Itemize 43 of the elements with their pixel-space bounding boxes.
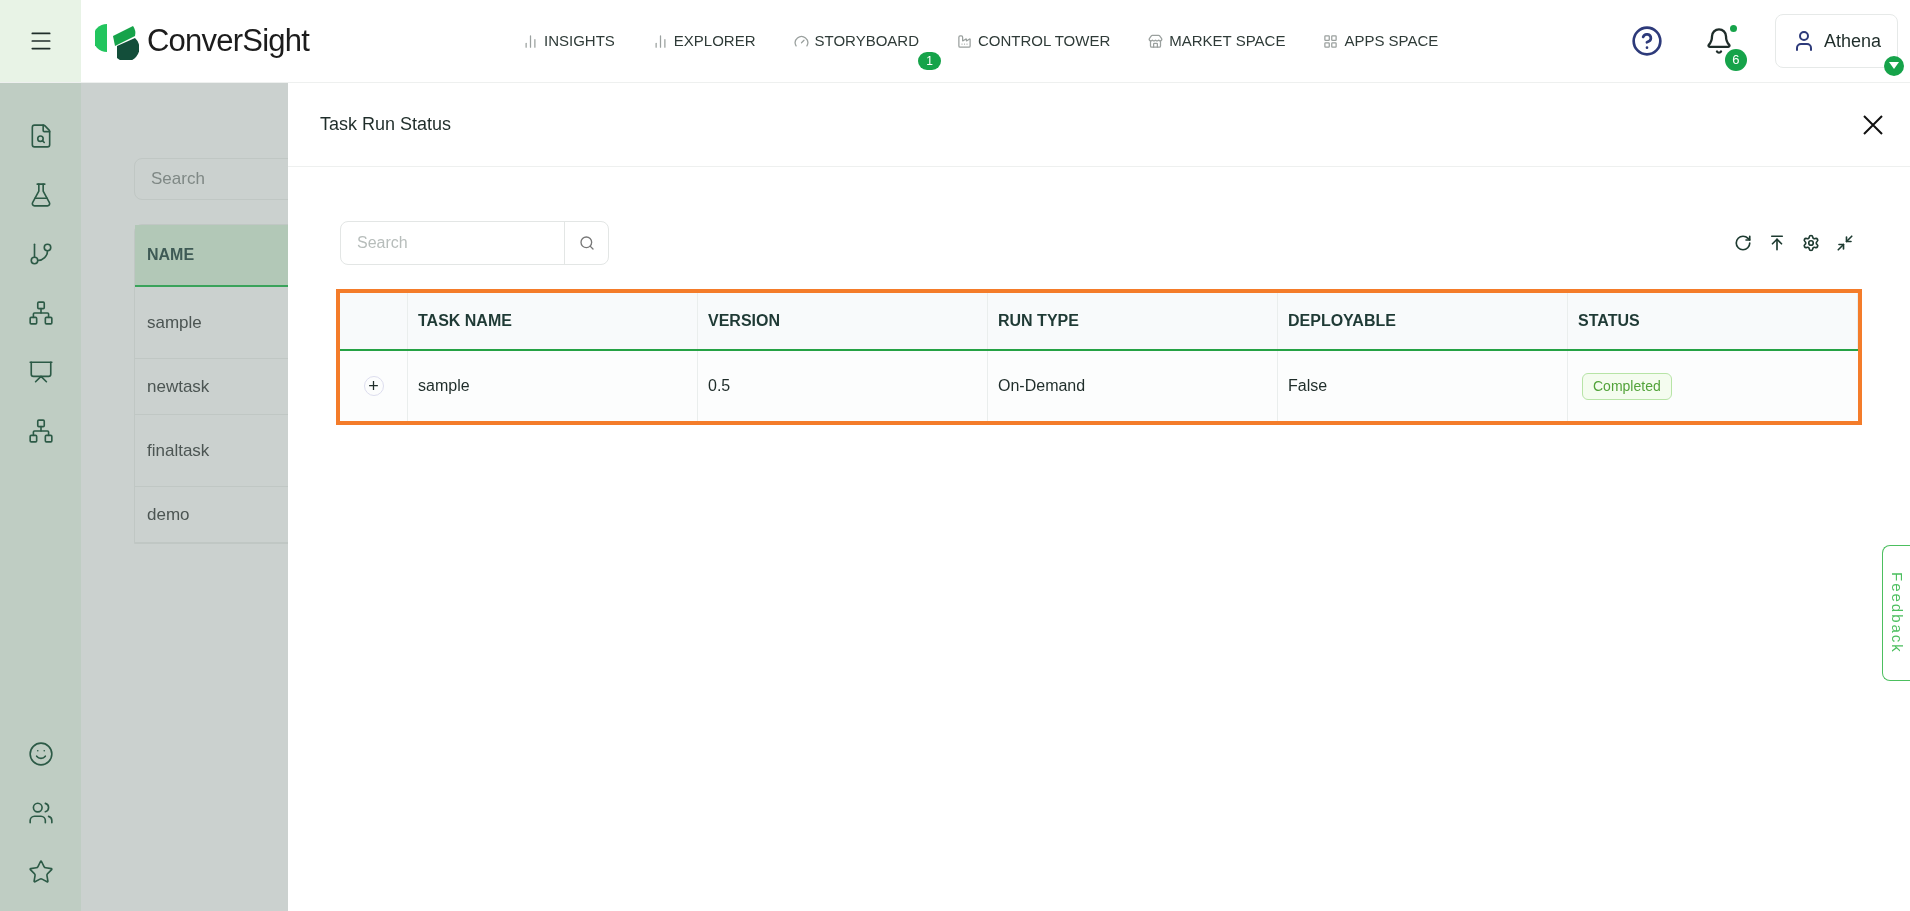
bar-chart-icon [523,33,538,49]
hierarchy-icon[interactable] [27,418,54,444]
hierarchy-icon[interactable] [27,300,54,326]
nav-link[interactable]: CONTROL TOWER [957,29,1111,53]
bell-icon[interactable] [1704,27,1733,55]
logo-icon [95,22,139,60]
nav-link[interactable]: EXPLORER [652,29,756,53]
status-badge: Completed [1582,372,1672,400]
column-header: VERSION [698,293,988,349]
help-icon[interactable] [1630,25,1663,57]
gauge-icon [793,33,809,49]
table-cell: 0.5 [698,351,988,421]
brand-name: ConverSight [147,21,310,60]
caret-icon[interactable] [1884,56,1904,76]
factory-icon [957,33,973,49]
table-cell: False [1278,351,1568,421]
users-icon[interactable] [27,800,54,826]
column-header: TASK NAME [408,293,698,349]
nav-link[interactable]: STORYBOARD [793,29,920,53]
table-cell: On-Demand [988,351,1278,421]
grid-icon [1323,33,1339,49]
drawer-title: Task Run Status [320,113,452,136]
count-badge: 1 [918,51,942,70]
settings-icon[interactable] [1802,234,1820,252]
store-icon [1148,33,1164,49]
nav-link[interactable]: APPS SPACE [1323,29,1439,53]
branch-icon[interactable] [27,241,54,267]
collapse-icon[interactable] [1836,234,1854,252]
smiley-icon[interactable] [27,741,54,767]
table-cell: sample [408,351,698,421]
column-header: NAME [135,225,288,287]
bar-chart-icon [652,33,668,49]
star-icon[interactable] [27,859,54,885]
column-header: DEPLOYABLE [1278,293,1568,349]
close-button[interactable] [1862,113,1884,136]
presentation-chart-icon[interactable] [27,359,54,385]
column-header: STATUS [1568,293,1858,349]
nav-link[interactable]: INSIGHTS [523,29,615,53]
column-height-icon[interactable] [1768,234,1786,252]
nav-link[interactable]: MARKET SPACE [1148,29,1286,53]
column-header: RUN TYPE [988,293,1278,349]
count-badge: 6 [1724,49,1747,71]
refresh-icon[interactable] [1734,234,1752,252]
